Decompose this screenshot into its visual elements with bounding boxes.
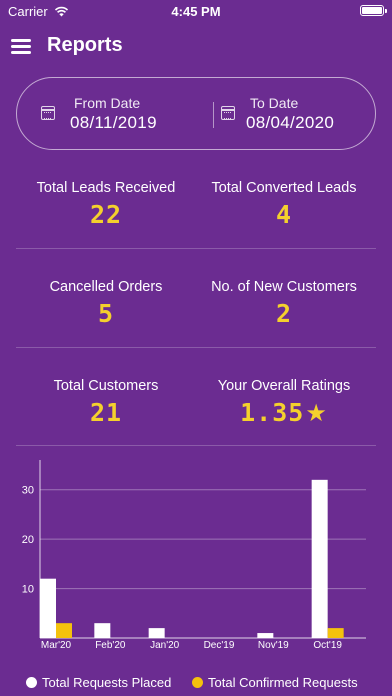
- bar-placed: [311, 479, 328, 638]
- stat-label: No. of New Customers: [211, 279, 357, 295]
- bar-placed: [148, 628, 165, 638]
- y-tick-label: 10: [22, 584, 34, 596]
- battery-icon: [360, 5, 387, 16]
- status-time: 4:45 PM: [171, 4, 221, 19]
- page-title: Reports: [47, 34, 123, 56]
- rating-value: 1.35: [240, 398, 305, 427]
- row-divider: [16, 248, 376, 249]
- stat-value: 4: [275, 200, 293, 229]
- x-tick-label: Mar'20: [41, 640, 72, 650]
- stat-label: Your Overall Ratings: [217, 378, 351, 394]
- legend-item-confirmed: Total Confirmed Requests: [192, 675, 358, 690]
- date-divider: [213, 102, 214, 128]
- calendar-icon: [221, 106, 235, 120]
- stat-overall-ratings: Your Overall Ratings 1.35★: [194, 378, 374, 427]
- nav-bar: Reports: [0, 28, 392, 64]
- stats-row-leads: Total Leads Received 22 Total Converted …: [16, 180, 376, 270]
- from-date-field[interactable]: From Date 08/11/2019: [41, 78, 201, 151]
- stat-label: Cancelled Orders: [49, 279, 163, 295]
- x-tick-label: Nov'19: [258, 640, 289, 650]
- y-tick-label: 20: [22, 534, 34, 546]
- chart-legend: Total Requests Placed Total Confirmed Re…: [0, 672, 392, 692]
- legend-item-placed: Total Requests Placed: [26, 675, 171, 690]
- stats-row-customers: Total Customers 21 Your Overall Ratings …: [16, 378, 376, 468]
- status-bar: Carrier 4:45 PM: [0, 0, 392, 22]
- stat-label: Total Leads Received: [36, 180, 176, 196]
- stat-value: 2: [275, 299, 293, 328]
- from-date-value: 08/11/2019: [70, 113, 157, 132]
- to-date-value: 08/04/2020: [246, 113, 335, 132]
- stat-value: 5: [97, 299, 115, 328]
- legend-label-placed: Total Requests Placed: [42, 675, 172, 690]
- stat-value-row: 1.35★: [194, 398, 374, 427]
- legend-label-confirmed: Total Confirmed Requests: [208, 675, 358, 690]
- y-tick-label: 30: [22, 485, 34, 497]
- requests-bar-chart: 10 20 30 Mar'20 Feb'20 Jan'20 Dec'19 Nov'19 Oct'…: [22, 460, 366, 650]
- hamburger-menu-icon[interactable]: [11, 39, 31, 54]
- x-tick-label: Jan'20: [150, 640, 180, 650]
- bar-placed: [94, 623, 111, 638]
- to-date-label: To Date: [250, 95, 299, 111]
- legend-dot-confirmed: [192, 677, 203, 688]
- bar-placed: [40, 578, 56, 638]
- x-tick-label: Feb'20: [95, 640, 126, 650]
- stat-value: 22: [89, 200, 123, 229]
- stat-total-customers: Total Customers 21: [16, 378, 196, 427]
- bar-confirmed: [327, 628, 344, 638]
- from-date-label: From Date: [74, 95, 141, 111]
- bar-confirmed: [56, 623, 72, 638]
- x-tick-label: Oct'19: [313, 640, 342, 650]
- stats-row-orders: Cancelled Orders 5 No. of New Customers …: [16, 279, 376, 369]
- stat-label: Total Converted Leads: [211, 180, 357, 196]
- to-date-field[interactable]: To Date 08/04/2020: [221, 78, 371, 151]
- stat-leads-received: Total Leads Received 22: [16, 180, 196, 229]
- row-divider: [16, 445, 376, 446]
- x-tick-label: Dec'19: [204, 640, 235, 650]
- stat-cancelled-orders: Cancelled Orders 5: [16, 279, 196, 328]
- date-range-picker: From Date 08/11/2019 To Date 08/04/2020: [16, 77, 376, 150]
- calendar-icon: [41, 106, 55, 120]
- legend-dot-placed: [26, 677, 37, 688]
- bar-placed: [257, 633, 274, 638]
- star-icon: ★: [305, 399, 328, 427]
- stat-value: 21: [89, 398, 123, 427]
- stat-new-customers: No. of New Customers 2: [194, 279, 374, 328]
- row-divider: [16, 347, 376, 348]
- stat-label: Total Customers: [53, 378, 159, 394]
- stat-converted-leads: Total Converted Leads 4: [194, 180, 374, 229]
